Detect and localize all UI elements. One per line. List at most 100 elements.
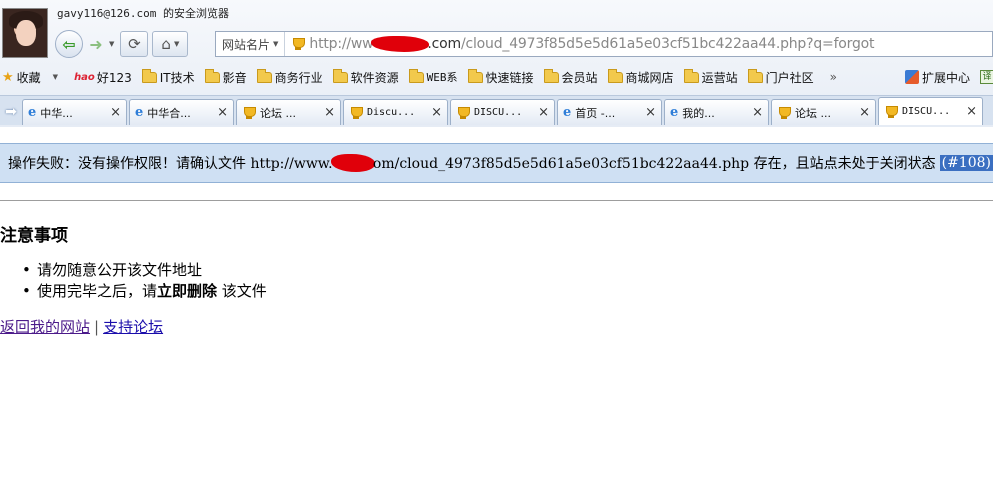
close-tab-icon[interactable]: × [645, 105, 656, 120]
site-card-dropdown[interactable]: 网站名片 ▼ [216, 32, 286, 56]
close-tab-icon[interactable]: × [324, 105, 335, 120]
trophy-icon [242, 106, 256, 119]
ie-page-icon: e [670, 105, 679, 120]
favorites-bar: ★ 收藏 ▼ hao 好123 IT技术 影音 商务行业 软件资源 WEB系 快速链接… [0, 64, 993, 90]
favorites-label: 收藏 [16, 70, 41, 85]
favorite-folder-it[interactable]: IT技术 [141, 68, 195, 86]
folder-icon [141, 68, 157, 83]
avatar-face [16, 20, 36, 46]
error-text-start: 操作失败：没有操作权限！请确认文件 http://www. [8, 156, 333, 172]
browser-tab[interactable]: 论坛 ... × [771, 99, 876, 125]
forward-button[interactable]: ➜ [85, 30, 107, 58]
redaction-mark [330, 154, 375, 172]
favorite-folder-shops[interactable]: 商城网店 [607, 68, 674, 86]
url-text[interactable]: http://ww .com/cloud_4973f85d5e5d61a5e03c… [309, 36, 875, 52]
window-user-title: gavy116@126.com 的安全浏览器 [57, 7, 229, 20]
favorite-folder-media[interactable]: 影音 [204, 68, 247, 86]
forward-arrow-icon: ➜ [89, 34, 103, 54]
favorite-folder-members[interactable]: 会员站 [543, 68, 598, 86]
ie-page-icon: e [563, 105, 572, 120]
home-icon: ⌂ [161, 35, 171, 53]
favorite-label: 门户社区 [765, 70, 814, 85]
translate-icon: 译 [979, 70, 993, 84]
browser-tab[interactable]: 论坛 ... × [236, 99, 341, 125]
browser-chrome: gavy116@126.com 的安全浏览器 ⇦ ➜ ▼ ⟳ ⌂ ▼ 网站名片 ▼ … [0, 0, 993, 127]
favorite-folder-web[interactable]: WEB系 [408, 68, 458, 85]
favorites-menu[interactable]: ★ 收藏 ▼ [0, 69, 64, 86]
url-host-tail: .com [427, 36, 461, 52]
link-separator: | [94, 318, 100, 336]
trophy-icon [777, 106, 791, 119]
back-button[interactable]: ⇦ [55, 30, 83, 58]
extensions-center-button[interactable]: 扩展中心 [904, 69, 970, 86]
folder-icon [332, 68, 348, 83]
folder-icon [747, 68, 763, 83]
history-dropdown-icon[interactable]: ▼ [109, 40, 114, 48]
folder-icon [256, 68, 272, 83]
folder-icon [204, 68, 220, 83]
browser-tab[interactable]: Discu... × [343, 99, 448, 125]
favorite-folder-software[interactable]: 软件资源 [332, 68, 399, 86]
favorite-folder-business[interactable]: 商务行业 [256, 68, 323, 86]
close-tab-icon[interactable]: × [110, 105, 121, 120]
browser-tab-active[interactable]: DISCU... × [878, 97, 983, 125]
tab-list-arrow-icon[interactable]: ➡ [0, 99, 22, 125]
error-text-end: om/cloud_4973f85d5e5d61a5e03cf51bc422aa4… [372, 156, 936, 172]
refresh-button[interactable]: ⟳ [120, 31, 149, 57]
favorite-label: 快速链接 [485, 70, 534, 85]
home-button[interactable]: ⌂ ▼ [152, 31, 189, 57]
site-favicon-trophy-icon [291, 37, 306, 51]
tab-label: 我的... [682, 106, 715, 120]
folder-icon [408, 68, 424, 83]
tab-bar: ➡ e 中华... × e 中华合... × 论坛 ... × Discu... × DIS… [0, 95, 993, 125]
redaction-mark [371, 36, 430, 52]
translate-button[interactable]: 译 [979, 70, 993, 84]
favorite-label: 商务行业 [274, 70, 323, 85]
browser-tab[interactable]: e 我的... × [664, 99, 769, 125]
close-tab-icon[interactable]: × [217, 105, 228, 120]
notice-item: 使用完毕之后，请立即删除 该文件 [22, 281, 267, 302]
support-forum-link[interactable]: 支持论坛 [103, 318, 163, 336]
favorite-hao123[interactable]: hao 好123 [74, 69, 132, 86]
close-tab-icon[interactable]: × [431, 105, 442, 120]
error-alert: 操作失败：没有操作权限！请确认文件 http://www. om/cloud_49… [0, 143, 993, 183]
navigation-buttons: ⇦ ➜ ▼ ⟳ ⌂ ▼ [55, 29, 192, 59]
favorite-label: 会员站 [561, 70, 598, 85]
browser-tab[interactable]: e 首页 -... × [557, 99, 662, 125]
close-tab-icon[interactable]: × [859, 105, 870, 120]
back-to-my-site-link[interactable]: 返回我的网站 [0, 318, 90, 336]
tab-label: DISCU... [902, 106, 951, 117]
favorite-label: 软件资源 [350, 70, 399, 85]
tab-label: 论坛 ... [795, 106, 831, 120]
notice-item: 请勿随意公开该文件地址 [22, 260, 267, 281]
notice-list: 请勿随意公开该文件地址 使用完毕之后，请立即删除 该文件 [22, 260, 267, 302]
tab-label: 首页 -... [575, 106, 616, 120]
more-favorites-button[interactable]: » [830, 70, 837, 84]
address-bar[interactable]: 网站名片 ▼ http://ww .com/cloud_4973f85d5e5d61… [215, 31, 993, 57]
tab-label: Discu... [367, 107, 416, 118]
browser-tab[interactable]: e 中华合... × [129, 99, 234, 125]
close-tab-icon[interactable]: × [966, 104, 977, 119]
user-avatar[interactable] [2, 8, 48, 58]
trophy-icon [349, 106, 363, 119]
close-tab-icon[interactable]: × [752, 105, 763, 120]
trophy-icon [884, 105, 898, 118]
favorite-folder-portals[interactable]: 门户社区 [747, 68, 814, 86]
trophy-icon [456, 106, 470, 119]
favorite-label: 好123 [96, 70, 132, 85]
folder-icon [683, 68, 699, 83]
hao123-icon: hao [74, 71, 95, 83]
folder-icon [467, 68, 483, 83]
browser-tab[interactable]: DISCU... × [450, 99, 555, 125]
favorite-label: IT技术 [159, 70, 195, 85]
favorite-folder-quicklinks[interactable]: 快速链接 [467, 68, 534, 86]
close-tab-icon[interactable]: × [538, 105, 549, 120]
favorite-label: 商城网店 [625, 70, 674, 85]
notice-heading: 注意事项 [0, 226, 68, 246]
tab-label: 中华合... [147, 106, 191, 120]
url-prefix: http://ww [309, 36, 374, 52]
favorite-folder-operations[interactable]: 运营站 [683, 68, 738, 86]
ie-page-icon: e [135, 105, 144, 120]
tab-label: 中华... [40, 106, 73, 120]
browser-tab[interactable]: e 中华... × [22, 99, 127, 125]
